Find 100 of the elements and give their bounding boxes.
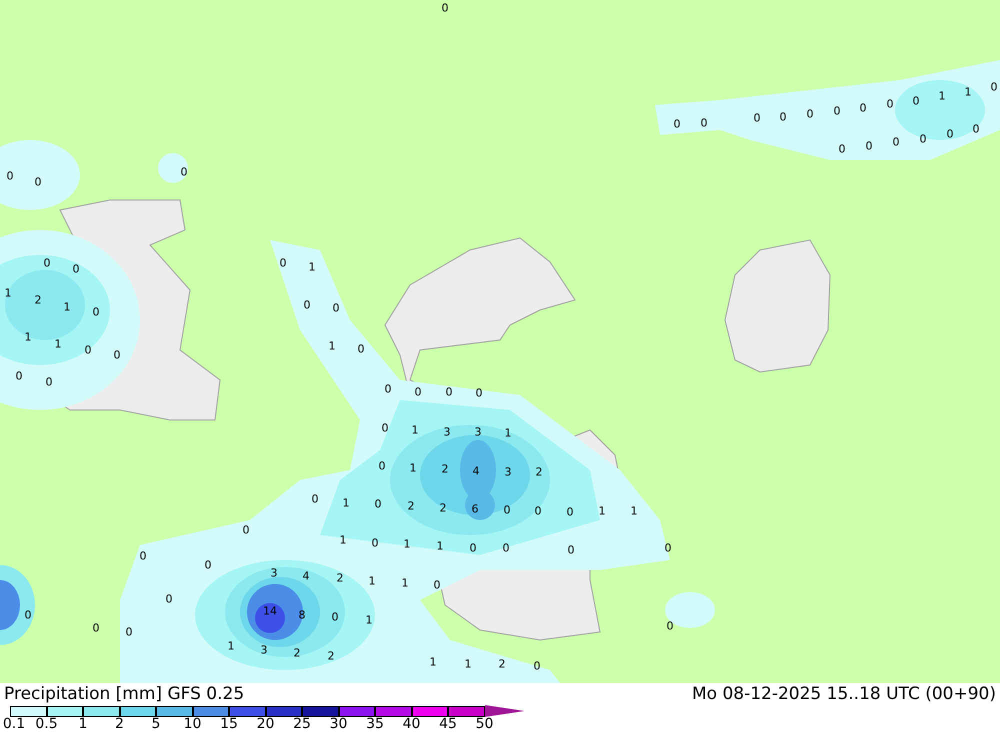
precipitation-value: 1 <box>598 506 606 516</box>
precipitation-value: 2 <box>408 500 414 512</box>
precipitation-value: 0 <box>180 166 188 178</box>
map-title: Precipitation [mm] GFS 0.25 <box>4 686 244 702</box>
precipitation-value: 0 <box>866 140 872 152</box>
precipitation-value: 0 <box>92 306 100 318</box>
precipitation-value: 0 <box>806 108 814 120</box>
precipitation-value: 0 <box>912 96 920 106</box>
legend-label: 0.1 <box>2 717 26 731</box>
precipitation-value: 0 <box>442 2 448 14</box>
precipitation-value: 1 <box>404 538 410 550</box>
precipitation-value: 1 <box>402 578 408 588</box>
precipitation-value: 0 <box>434 580 440 590</box>
precipitation-value: 1 <box>64 302 70 312</box>
precipitation-value: 0 <box>72 264 80 274</box>
legend-label: 25 <box>293 717 311 731</box>
precipitation-value: 0 <box>44 258 50 268</box>
precipitation-value: 1 <box>342 498 350 508</box>
precipitation-value: 0 <box>534 506 542 516</box>
precipitation-value: 0 <box>332 612 338 622</box>
precipitation-value: 0 <box>24 610 32 620</box>
precipitation-value: 4 <box>302 570 310 582</box>
precipitation-value: 0 <box>242 524 250 536</box>
precipitation-value: 0 <box>358 344 364 354</box>
precipitation-value: 0 <box>414 386 422 398</box>
precipitation-value: 3 <box>444 426 450 438</box>
precipitation-value: 0 <box>504 504 510 516</box>
precipitation-value: 0 <box>126 626 132 638</box>
precipitation-value: 1 <box>54 338 62 350</box>
precipitation-value: 2 <box>328 650 334 662</box>
precipitation-value: 0 <box>476 388 482 398</box>
precipitation-value: 2 <box>336 572 344 584</box>
precipitation-value: 0 <box>34 176 42 188</box>
legend-label: 40 <box>402 717 420 731</box>
legend-label: 50 <box>476 717 494 731</box>
precipitation-value: 3 <box>474 426 482 438</box>
precipitation-value: 0 <box>886 98 894 110</box>
precipitation-value: 0 <box>304 300 310 310</box>
precipitation-value: 2 <box>536 466 542 478</box>
precipitation-value: 0 <box>666 620 674 632</box>
precipitation-value: 0 <box>860 102 866 114</box>
legend-label: 5 <box>152 717 160 731</box>
precipitation-value: 14 <box>263 606 277 616</box>
precipitation-value: 0 <box>972 124 980 134</box>
precipitation-value: 0 <box>382 422 388 434</box>
precipitation-value: 1 <box>436 540 444 552</box>
precipitation-value: 2 <box>34 294 42 306</box>
precipitation-value: 0 <box>946 128 954 140</box>
precipitation-value: 3 <box>504 466 512 478</box>
precipitation-value: 0 <box>780 112 786 122</box>
precipitation-value: 1 <box>938 90 946 102</box>
precipitation-value: 2 <box>442 464 448 474</box>
precipitation-value: 0 <box>568 544 574 556</box>
precipitation-value: 0 <box>920 134 926 144</box>
precipitation-value: 1 <box>368 576 376 586</box>
precipitation-value: 2 <box>440 502 446 514</box>
precipitation-value: 0 <box>446 386 452 398</box>
precipitation-value: 0 <box>204 560 212 570</box>
precipitation-value: 3 <box>270 568 278 578</box>
precipitation-value: 1 <box>4 288 12 298</box>
precipitation-value: 1 <box>504 428 512 438</box>
precipitation-value: 1 <box>412 424 418 436</box>
precipitation-value: 0 <box>166 594 172 604</box>
precipitation-value: 1 <box>630 506 638 516</box>
precipitation-value: 0 <box>92 622 100 634</box>
precipitation-value: 0 <box>534 660 540 672</box>
precipitation-value: 1 <box>430 656 436 668</box>
precipitation-value: 0 <box>470 542 476 554</box>
precipitation-value: 0 <box>754 112 760 124</box>
precipitation-value: 2 <box>498 658 506 670</box>
legend-label: 0.5 <box>35 717 58 731</box>
precipitation-value: 1 <box>308 262 316 272</box>
precipitation-value: 4 <box>472 466 480 476</box>
precipitation-value: 2 <box>294 648 300 658</box>
precipitation-value: 8 <box>298 610 306 620</box>
precipitation-value: 0 <box>280 258 286 268</box>
legend-label: 2 <box>115 717 124 731</box>
precipitation-value: 0 <box>16 370 22 382</box>
legend-label: 15 <box>220 717 238 731</box>
precipitation-value: 1 <box>340 534 346 546</box>
precipitation-value: 3 <box>260 644 268 656</box>
precipitation-value: 0 <box>990 82 998 92</box>
precipitation-value: 0 <box>372 538 378 548</box>
precipitation-value: 0 <box>312 494 318 504</box>
legend-label: 35 <box>366 717 384 731</box>
precipitation-value: 0 <box>46 376 52 388</box>
precipitation-value: 6 <box>472 504 478 514</box>
legend-label: 45 <box>439 717 457 731</box>
precipitation-value: 0 <box>114 350 120 360</box>
precipitation-value: 0 <box>838 144 846 154</box>
precipitation-value: 0 <box>664 542 672 554</box>
legend-label: 20 <box>256 717 274 731</box>
precipitation-value: 0 <box>332 302 340 314</box>
precipitation-value: 0 <box>566 506 574 518</box>
legend-label: 30 <box>330 717 348 731</box>
precipitation-value: 0 <box>502 542 510 554</box>
precipitation-value: 1 <box>366 614 372 626</box>
precipitation-value: 1 <box>228 640 234 652</box>
legend-label: 10 <box>184 717 202 731</box>
precipitation-value: 0 <box>384 384 392 394</box>
